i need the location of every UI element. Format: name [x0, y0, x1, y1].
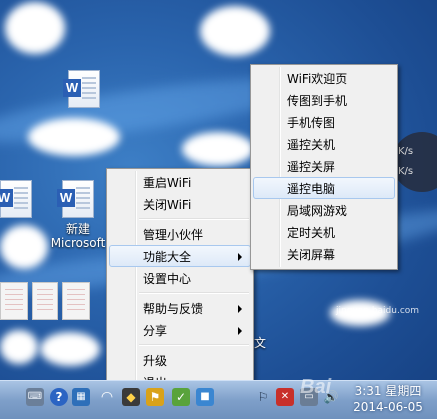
- desktop-icon-new-word-doc[interactable]: W 新建 Microsoft: [46, 180, 110, 250]
- menu-separator: [139, 344, 249, 346]
- submenu-item-turn-off-screen[interactable]: 关闭屏幕: [253, 243, 395, 265]
- baidu-watermark: Bai: [300, 376, 332, 398]
- blurred-region: [200, 6, 270, 56]
- desktop-thumbnail[interactable]: [32, 282, 58, 320]
- submenu-arrow-icon: [238, 305, 242, 313]
- speed-widget-text: K/s: [398, 146, 414, 157]
- submenu-arrow-icon: [238, 327, 242, 335]
- flag-icon[interactable]: ⚑: [146, 388, 164, 406]
- help-icon[interactable]: ?: [50, 388, 68, 406]
- desktop-side-label: 文: [254, 336, 267, 350]
- submenu-item-send-image-to-phone[interactable]: 传图到手机: [253, 89, 395, 111]
- menu-separator: [139, 292, 249, 294]
- blurred-region: [0, 330, 38, 364]
- submenu-item-wifi-welcome[interactable]: WiFi欢迎页: [253, 67, 395, 89]
- blurred-region: [28, 118, 120, 156]
- desktop-icon-label: 新建: [65, 222, 90, 236]
- desktop: W W 新建 Microsoft W 文 K/s K/s 重启WiFi 关闭Wi…: [0, 0, 437, 419]
- flag-icon[interactable]: ⚐: [254, 388, 272, 406]
- desktop-icon-word-doc[interactable]: W: [52, 70, 116, 108]
- network-icon[interactable]: ▦: [72, 388, 90, 406]
- security-icon[interactable]: ◆: [122, 388, 140, 406]
- shield-icon[interactable]: ✓: [172, 388, 190, 406]
- blurred-region: [40, 332, 100, 366]
- wifi-icon[interactable]: ◠: [98, 388, 116, 406]
- word-document-icon: W: [57, 180, 94, 218]
- menu-item-settings-center[interactable]: 设置中心: [109, 267, 251, 289]
- menu-item-close-wifi[interactable]: 关闭WiFi: [109, 193, 251, 215]
- desktop-thumbnail[interactable]: [0, 282, 28, 320]
- baidu-watermark-url: jingyan.baidu.com: [336, 306, 420, 316]
- wifi-context-menu: 重启WiFi 关闭WiFi 管理小伙伴 功能大全 设置中心 帮助与反馈 分享 升…: [106, 168, 254, 394]
- submenu-item-remote-shutdown[interactable]: 遥控关机: [253, 133, 395, 155]
- submenu-item-lan-games[interactable]: 局域网游戏: [253, 199, 395, 221]
- menu-item-share[interactable]: 分享: [109, 319, 251, 341]
- menu-item-manage-partners[interactable]: 管理小伙伴: [109, 223, 251, 245]
- speed-widget[interactable]: K/s K/s: [392, 132, 437, 192]
- submenu-item-remote-control-pc[interactable]: 遥控电脑: [253, 177, 395, 199]
- desktop-icon-sublabel: Microsoft: [50, 236, 106, 250]
- features-submenu: WiFi欢迎页 传图到手机 手机传图 遥控关机 遥控关屏 遥控电脑 局域网游戏 …: [250, 64, 398, 270]
- clock-date: 2014-06-05: [353, 400, 423, 414]
- menu-item-all-features[interactable]: 功能大全: [109, 245, 251, 267]
- submenu-arrow-icon: [238, 253, 242, 261]
- taskbar: ⌨ ? ▦ ◠ ◆ ⚑ ✓ ■ ⚐ ✕ ▭ 🔊 3:31 星期四 2014-06…: [0, 380, 437, 419]
- blurred-region: [182, 132, 254, 166]
- blurred-region: [0, 225, 48, 269]
- speed-widget-text: K/s: [398, 166, 414, 177]
- clock-time: 3:31: [354, 384, 382, 398]
- word-document-icon: W: [63, 70, 100, 108]
- menu-item-upgrade[interactable]: 升级: [109, 349, 251, 371]
- desktop-thumbnail[interactable]: [62, 282, 90, 320]
- keyboard-icon[interactable]: ⌨: [26, 388, 44, 406]
- submenu-item-remote-screen-off[interactable]: 遥控关屏: [253, 155, 395, 177]
- menu-separator: [139, 218, 249, 220]
- blurred-region: [5, 2, 65, 54]
- menu-item-restart-wifi[interactable]: 重启WiFi: [109, 171, 251, 193]
- taskbar-clock[interactable]: 3:31 星期四 2014-06-05: [343, 383, 433, 415]
- desktop-icon-word-doc[interactable]: W: [0, 180, 48, 218]
- submenu-item-scheduled-shutdown[interactable]: 定时关机: [253, 221, 395, 243]
- app-icon[interactable]: ■: [196, 388, 214, 406]
- submenu-item-phone-send-image[interactable]: 手机传图: [253, 111, 395, 133]
- clock-weekday: 星期四: [385, 384, 422, 398]
- word-document-icon: W: [0, 180, 32, 218]
- menu-item-help-feedback[interactable]: 帮助与反馈: [109, 297, 251, 319]
- error-icon[interactable]: ✕: [276, 388, 294, 406]
